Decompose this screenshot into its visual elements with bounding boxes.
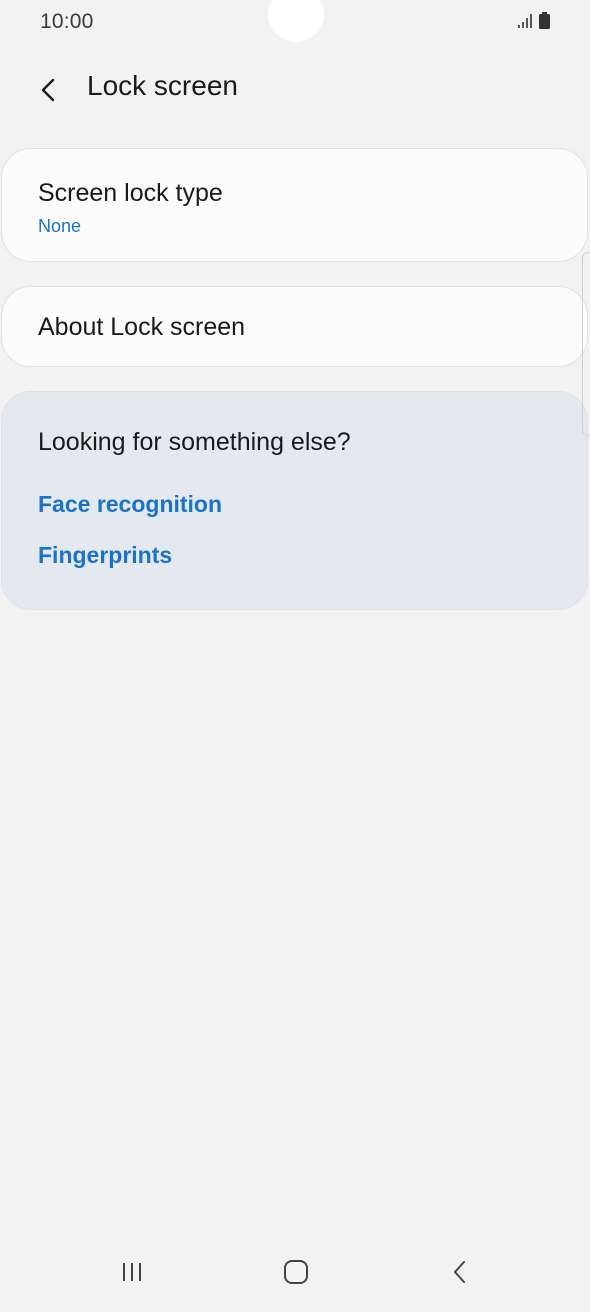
suggestions-card: Looking for something else? Face recogni… [1,391,588,610]
page-title: Lock screen [87,70,238,101]
status-time: 10:00 [40,10,94,33]
signal-icon [518,14,532,28]
suggestions-heading: Looking for something else? [38,428,351,456]
about-lock-screen-item[interactable]: About Lock screen [1,286,588,367]
camera-notch [268,0,324,42]
screen-lock-type-item[interactable]: Screen lock type None [1,148,588,262]
battery-icon [539,12,550,29]
back-icon [454,1261,465,1283]
recent-apps-icon [123,1263,141,1281]
lock-screen-settings: 10:00 Lock screen Screen lock type None … [0,0,590,1312]
back-button[interactable] [28,70,68,110]
nav-back-button[interactable] [438,1254,482,1290]
status-bar: 10:00 [0,0,590,46]
navigation-bar [0,1240,590,1312]
app-bar: Lock screen [0,58,590,118]
scroll-indicator[interactable] [582,252,590,436]
chevron-left-icon [41,78,55,102]
home-icon [284,1260,308,1284]
screen-lock-type-title: Screen lock type [38,179,223,207]
status-icons [517,12,550,29]
about-lock-screen-title: About Lock screen [38,313,246,341]
fingerprints-link[interactable]: Fingerprints [38,542,172,569]
home-button[interactable] [274,1254,318,1290]
face-recognition-link[interactable]: Face recognition [38,491,222,518]
screen-lock-type-value: None [38,216,82,236]
recent-apps-button[interactable] [110,1254,154,1290]
